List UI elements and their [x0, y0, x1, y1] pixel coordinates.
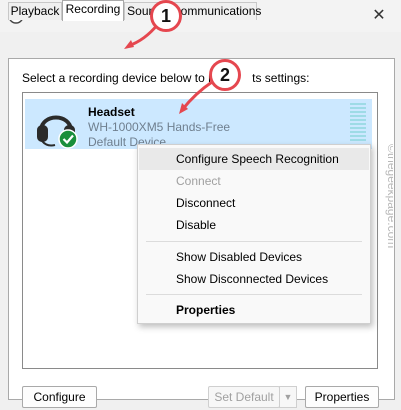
check-badge-icon [58, 129, 78, 149]
level-meter [350, 103, 366, 145]
set-default-dropdown-icon[interactable]: ▼ [279, 386, 297, 408]
configure-button[interactable]: Configure [22, 386, 97, 408]
context-menu: Configure Speech Recognition Connect Dis… [137, 144, 371, 324]
svg-text:©thegeekpage.com: ©thegeekpage.com [385, 144, 393, 248]
headset-icon [37, 115, 78, 149]
menu-item-show-disconnected[interactable]: Show Disconnected Devices [139, 268, 369, 290]
watermark: ©thegeekpage.com [385, 144, 393, 248]
tab-recording[interactable]: Recording [62, 0, 124, 21]
menu-item-configure-speech[interactable]: Configure Speech Recognition [139, 148, 369, 170]
set-default-button[interactable]: Set Default [208, 386, 280, 408]
callout-2: 2 [209, 59, 241, 91]
properties-button[interactable]: Properties [305, 386, 379, 408]
menu-item-show-disabled[interactable]: Show Disabled Devices [139, 246, 369, 268]
menu-separator [146, 294, 362, 295]
close-button[interactable]: ✕ [367, 4, 391, 28]
instruction-text: Select a recording device below to m ts s… [22, 71, 310, 85]
tab-playback[interactable]: Playback [8, 2, 62, 20]
tab-communications[interactable]: Communications [171, 2, 261, 20]
menu-item-disable[interactable]: Disable [139, 214, 369, 236]
device-row-headset[interactable]: Headset WH-1000XM5 Hands-Free Default De… [25, 99, 372, 149]
menu-item-connect[interactable]: Connect [139, 170, 369, 192]
menu-separator [146, 241, 362, 242]
device-description: WH-1000XM5 Hands-Free [88, 120, 231, 134]
callout-1: 1 [150, 0, 182, 32]
menu-item-properties[interactable]: Properties [139, 299, 369, 321]
menu-item-disconnect[interactable]: Disconnect [139, 192, 369, 214]
device-name: Headset [88, 105, 135, 119]
